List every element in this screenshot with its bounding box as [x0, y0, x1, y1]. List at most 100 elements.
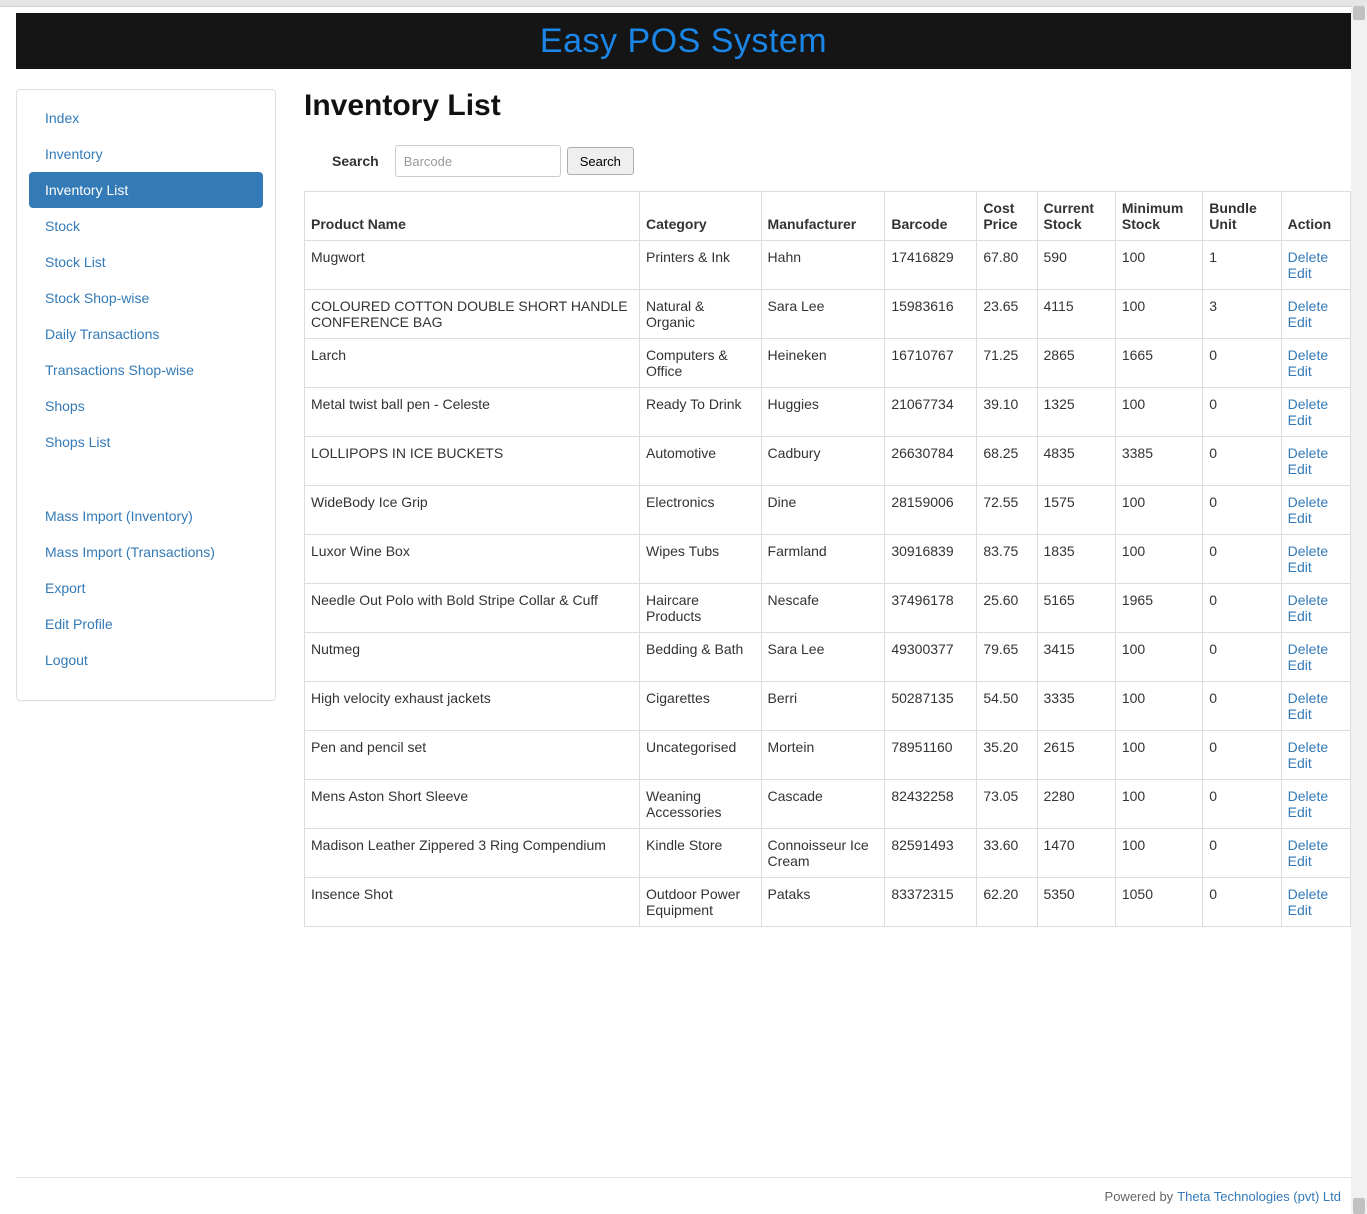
sidebar-item-edit-profile[interactable]: Edit Profile	[29, 606, 263, 642]
delete-link[interactable]: Delete	[1288, 641, 1344, 657]
sidebar-item-mass-import-transactions-[interactable]: Mass Import (Transactions)	[29, 534, 263, 570]
sidebar-item-shops-list[interactable]: Shops List	[29, 424, 263, 460]
edit-link[interactable]: Edit	[1288, 804, 1344, 820]
cell-current-stock: 2865	[1037, 339, 1115, 388]
cell-manufacturer: Sara Lee	[761, 290, 885, 339]
table-row: WideBody Ice GripElectronicsDine28159006…	[305, 486, 1351, 535]
cell-current-stock: 1835	[1037, 535, 1115, 584]
cell-manufacturer: Heineken	[761, 339, 885, 388]
cell-action: DeleteEdit	[1281, 829, 1350, 878]
sidebar-item-inventory[interactable]: Inventory	[29, 136, 263, 172]
cell-current-stock: 5350	[1037, 878, 1115, 927]
cell-product-name: Luxor Wine Box	[305, 535, 640, 584]
delete-link[interactable]: Delete	[1288, 298, 1344, 314]
delete-link[interactable]: Delete	[1288, 690, 1344, 706]
cell-minimum-stock: 1050	[1115, 878, 1202, 927]
cell-barcode: 82432258	[885, 780, 977, 829]
cell-current-stock: 4115	[1037, 290, 1115, 339]
sidebar-item-stock-shop-wise[interactable]: Stock Shop-wise	[29, 280, 263, 316]
cell-minimum-stock: 100	[1115, 486, 1202, 535]
cell-cost-price: 25.60	[977, 584, 1037, 633]
cell-bundle-unit: 0	[1203, 878, 1281, 927]
delete-link[interactable]: Delete	[1288, 396, 1344, 412]
edit-link[interactable]: Edit	[1288, 902, 1344, 918]
edit-link[interactable]: Edit	[1288, 608, 1344, 624]
sidebar-item-stock[interactable]: Stock	[29, 208, 263, 244]
delete-link[interactable]: Delete	[1288, 739, 1344, 755]
th-category: Category	[640, 192, 762, 241]
cell-bundle-unit: 0	[1203, 535, 1281, 584]
delete-link[interactable]: Delete	[1288, 886, 1344, 902]
cell-category: Weaning Accessories	[640, 780, 762, 829]
cell-barcode: 83372315	[885, 878, 977, 927]
cell-manufacturer: Mortein	[761, 731, 885, 780]
sidebar-item-export[interactable]: Export	[29, 570, 263, 606]
cell-action: DeleteEdit	[1281, 633, 1350, 682]
cell-product-name: Needle Out Polo with Bold Stripe Collar …	[305, 584, 640, 633]
delete-link[interactable]: Delete	[1288, 494, 1344, 510]
delete-link[interactable]: Delete	[1288, 445, 1344, 461]
delete-link[interactable]: Delete	[1288, 837, 1344, 853]
edit-link[interactable]: Edit	[1288, 706, 1344, 722]
cell-action: DeleteEdit	[1281, 437, 1350, 486]
edit-link[interactable]: Edit	[1288, 363, 1344, 379]
cell-manufacturer: Connoisseur Ice Cream	[761, 829, 885, 878]
cell-cost-price: 73.05	[977, 780, 1037, 829]
cell-barcode: 78951160	[885, 731, 977, 780]
search-input[interactable]	[395, 145, 561, 177]
edit-link[interactable]: Edit	[1288, 265, 1344, 281]
delete-link[interactable]: Delete	[1288, 788, 1344, 804]
delete-link[interactable]: Delete	[1288, 592, 1344, 608]
th-current-stock: Current Stock	[1037, 192, 1115, 241]
cell-bundle-unit: 0	[1203, 437, 1281, 486]
sidebar-item-inventory-list[interactable]: Inventory List	[29, 172, 263, 208]
th-action: Action	[1281, 192, 1350, 241]
edit-link[interactable]: Edit	[1288, 461, 1344, 477]
sidebar-item-daily-transactions[interactable]: Daily Transactions	[29, 316, 263, 352]
scrollbar-arrow-top[interactable]	[1353, 6, 1365, 20]
table-row: Insence ShotOutdoor Power EquipmentPatak…	[305, 878, 1351, 927]
sidebar-item-mass-import-inventory-[interactable]: Mass Import (Inventory)	[29, 498, 263, 534]
edit-link[interactable]: Edit	[1288, 412, 1344, 428]
sidebar-item-transactions-shop-wise[interactable]: Transactions Shop-wise	[29, 352, 263, 388]
cell-bundle-unit: 0	[1203, 829, 1281, 878]
cell-product-name: Mens Aston Short Sleeve	[305, 780, 640, 829]
edit-link[interactable]: Edit	[1288, 853, 1344, 869]
cell-current-stock: 590	[1037, 241, 1115, 290]
table-row: Needle Out Polo with Bold Stripe Collar …	[305, 584, 1351, 633]
cell-product-name: Mugwort	[305, 241, 640, 290]
cell-manufacturer: Nescafe	[761, 584, 885, 633]
sidebar-item-index[interactable]: Index	[29, 100, 263, 136]
vertical-scrollbar[interactable]	[1351, 6, 1367, 1214]
table-row: Madison Leather Zippered 3 Ring Compendi…	[305, 829, 1351, 878]
table-row: Luxor Wine BoxWipes TubsFarmland30916839…	[305, 535, 1351, 584]
cell-cost-price: 83.75	[977, 535, 1037, 584]
delete-link[interactable]: Delete	[1288, 347, 1344, 363]
sidebar-item-stock-list[interactable]: Stock List	[29, 244, 263, 280]
delete-link[interactable]: Delete	[1288, 543, 1344, 559]
table-row: Mens Aston Short SleeveWeaning Accessori…	[305, 780, 1351, 829]
edit-link[interactable]: Edit	[1288, 559, 1344, 575]
page-title: Inventory List	[304, 89, 1351, 123]
edit-link[interactable]: Edit	[1288, 657, 1344, 673]
edit-link[interactable]: Edit	[1288, 510, 1344, 526]
scrollbar-thumb[interactable]	[1353, 1198, 1365, 1214]
cell-action: DeleteEdit	[1281, 535, 1350, 584]
cell-bundle-unit: 0	[1203, 731, 1281, 780]
cell-minimum-stock: 100	[1115, 780, 1202, 829]
sidebar-item-shops[interactable]: Shops	[29, 388, 263, 424]
cell-minimum-stock: 100	[1115, 731, 1202, 780]
edit-link[interactable]: Edit	[1288, 755, 1344, 771]
search-button[interactable]: Search	[567, 147, 634, 175]
cell-current-stock: 1470	[1037, 829, 1115, 878]
cell-minimum-stock: 3385	[1115, 437, 1202, 486]
edit-link[interactable]: Edit	[1288, 314, 1344, 330]
sidebar-item-logout[interactable]: Logout	[29, 642, 263, 678]
delete-link[interactable]: Delete	[1288, 249, 1344, 265]
cell-bundle-unit: 0	[1203, 339, 1281, 388]
cell-bundle-unit: 3	[1203, 290, 1281, 339]
cell-barcode: 37496178	[885, 584, 977, 633]
cell-bundle-unit: 0	[1203, 486, 1281, 535]
cell-manufacturer: Cadbury	[761, 437, 885, 486]
footer-company-link[interactable]: Theta Technologies (pvt) Ltd	[1177, 1189, 1341, 1204]
